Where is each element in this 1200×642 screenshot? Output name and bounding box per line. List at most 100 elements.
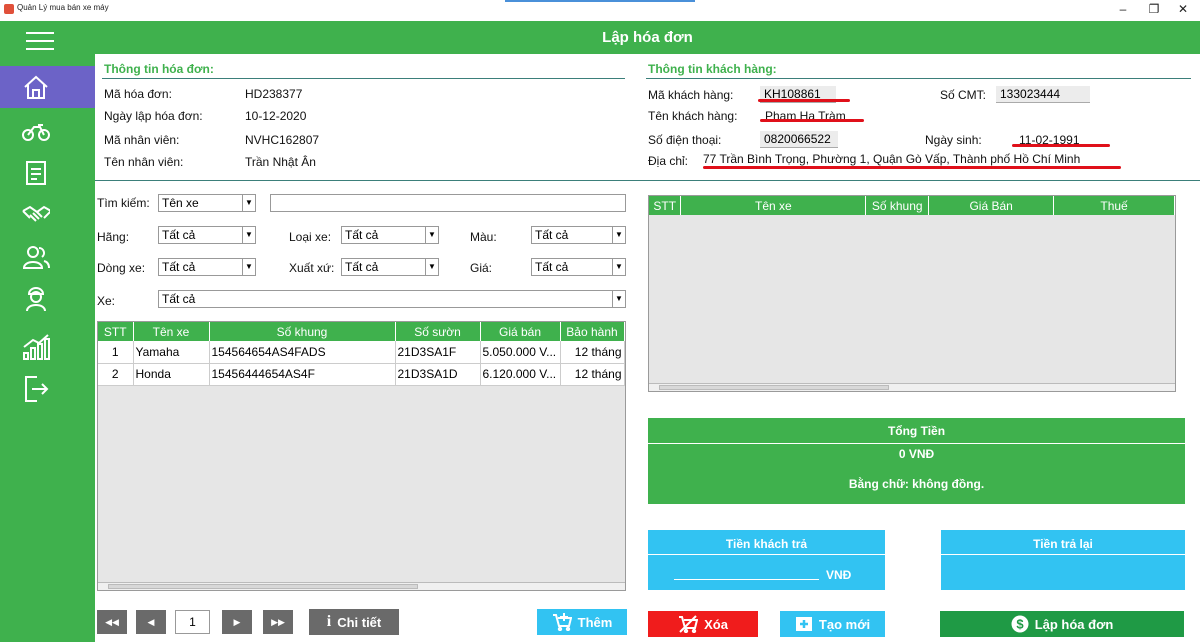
origin-select[interactable]: Tất cả ▼: [341, 258, 439, 276]
col-chassis-no[interactable]: Số sườn: [395, 322, 481, 341]
logout-icon[interactable]: [22, 375, 50, 403]
create-invoice-label: Lập hóa đơn: [1034, 616, 1114, 632]
chevron-down-icon: ▼: [242, 227, 255, 243]
chevron-down-icon: ▼: [242, 259, 255, 275]
price-value: Tất cả: [535, 260, 569, 274]
bike-value: Tất cả: [162, 292, 196, 306]
create-invoice-button[interactable]: $ Lập hóa đơn: [940, 611, 1184, 637]
col-price[interactable]: Giá Bán: [928, 196, 1055, 215]
employee-code-label: Mã nhân viên:: [104, 133, 180, 147]
cell-bike-name: Honda: [133, 363, 210, 386]
first-page-button[interactable]: ◀◀: [97, 610, 127, 634]
chevron-down-icon: ▼: [612, 291, 625, 307]
col-tax[interactable]: Thuế: [1053, 196, 1175, 215]
type-select[interactable]: Tất cả ▼: [341, 226, 439, 244]
customers-icon[interactable]: [22, 243, 50, 271]
invoice-code-value: HD238377: [245, 87, 303, 101]
prev-page-button[interactable]: ◀: [136, 610, 166, 634]
add-button[interactable]: Thêm: [537, 609, 627, 635]
change-title: Tiền trả lại: [1033, 537, 1093, 551]
motorbike-icon[interactable]: [22, 117, 50, 145]
page-number-input[interactable]: 1: [175, 610, 210, 634]
customer-name-label: Tên khách hàng:: [648, 109, 738, 123]
bike-table-scrollbar[interactable]: [98, 582, 625, 590]
col-frame-no[interactable]: Số khung: [209, 322, 396, 341]
cell-frame-no: 154564654AS4FADS: [209, 341, 396, 364]
cart-table-scrollbar[interactable]: [649, 383, 1175, 391]
table-row[interactable]: 2 Honda 15456444654AS4F 21D3SA1D 6.120.0…: [98, 363, 625, 386]
table-row[interactable]: 1 Yamaha 154564654AS4FADS 21D3SA1F 5.050…: [98, 341, 625, 364]
minimize-button[interactable]: –: [1108, 0, 1138, 20]
home-icon[interactable]: [22, 73, 50, 101]
brand-value: Tất cả: [162, 228, 196, 242]
cell-frame-no: 15456444654AS4F: [209, 363, 396, 386]
scrollbar-thumb[interactable]: [659, 385, 889, 390]
invoice-code-label: Mã hóa đơn:: [104, 87, 172, 101]
cell-warranty: 12 tháng: [560, 363, 625, 386]
title-bar: Quản Lý mua bán xe máy – ❐ ✕: [0, 0, 1200, 20]
bike-table[interactable]: STT Tên xe Số khung Số sườn Giá bán Bảo …: [97, 321, 626, 591]
col-price[interactable]: Giá bán: [480, 322, 561, 341]
chevron-down-icon: ▼: [425, 227, 438, 243]
price-select[interactable]: Tất cả ▼: [531, 258, 626, 276]
col-bike-name[interactable]: Tên xe: [133, 322, 210, 341]
window-title: Quản Lý mua bán xe máy: [17, 3, 109, 12]
detail-button[interactable]: i Chi tiết: [309, 609, 399, 635]
employee-name-value: Trần Nhật Ân: [245, 155, 316, 169]
cart-table[interactable]: STT Tên xe Số khung Giá Bán Thuế: [648, 195, 1176, 392]
last-page-button[interactable]: ▶▶: [263, 610, 293, 634]
color-value: Tất cả: [535, 228, 569, 242]
invoice-icon[interactable]: [22, 159, 50, 187]
col-bike-name[interactable]: Tên xe: [680, 196, 867, 215]
paid-input[interactable]: [674, 566, 819, 580]
dob-underline: [1012, 144, 1110, 147]
dob-label: Ngày sinh:: [925, 133, 982, 147]
cell-chassis-no: 21D3SA1F: [395, 341, 481, 364]
chevron-down-icon: ▼: [612, 259, 625, 275]
sidebar: [0, 21, 95, 642]
search-label: Tìm kiếm:: [97, 196, 150, 210]
section-divider: [95, 180, 1200, 181]
handshake-icon[interactable]: [22, 201, 50, 229]
svg-text:$: $: [1016, 617, 1024, 632]
paid-currency: VNĐ: [826, 568, 852, 582]
cell-stt: 1: [98, 341, 134, 364]
close-button[interactable]: ✕: [1168, 0, 1198, 20]
brand-select[interactable]: Tất cả ▼: [158, 226, 256, 244]
menu-icon[interactable]: [26, 27, 54, 55]
maximize-button[interactable]: ❐: [1139, 0, 1169, 20]
search-input[interactable]: [270, 194, 626, 212]
new-button[interactable]: Tạo mới: [780, 611, 885, 637]
total-amount: 0 VNĐ: [898, 447, 935, 461]
search-by-select[interactable]: Tên xe ▼: [158, 194, 256, 212]
detail-label: Chi tiết: [337, 614, 382, 630]
chevron-down-icon: ▼: [242, 195, 255, 211]
next-page-button[interactable]: ▶: [222, 610, 252, 634]
scrollbar-thumb[interactable]: [108, 584, 418, 589]
cell-bike-name: Yamaha: [133, 341, 210, 364]
employee-icon[interactable]: [22, 285, 50, 313]
plus-box-icon: [795, 617, 812, 631]
chevron-down-icon: ▼: [425, 259, 438, 275]
dollar-icon: $: [1011, 615, 1029, 633]
statistics-icon[interactable]: [22, 333, 50, 361]
remove-cart-icon: [679, 615, 699, 633]
bike-label: Xe:: [97, 294, 116, 308]
search-by-value: Tên xe: [162, 196, 199, 210]
origin-label: Xuất xứ:: [289, 261, 335, 275]
col-warranty[interactable]: Bảo hành: [560, 322, 625, 341]
total-panel: Tổng Tiền 0 VNĐ Bằng chữ: không đồng.: [648, 418, 1185, 504]
brand-label: Hãng:: [97, 230, 130, 244]
delete-button[interactable]: Xóa: [648, 611, 758, 637]
bike-select[interactable]: Tất cả ▼: [158, 290, 626, 308]
line-label: Dòng xe:: [97, 261, 146, 275]
total-in-words: Bằng chữ: không đồng.: [848, 477, 985, 491]
line-select[interactable]: Tất cả ▼: [158, 258, 256, 276]
col-stt[interactable]: STT: [649, 196, 682, 215]
col-stt[interactable]: STT: [98, 322, 134, 341]
col-frame-no[interactable]: Số khung: [865, 196, 930, 215]
color-select[interactable]: Tất cả ▼: [531, 226, 626, 244]
customer-name-underline: [760, 119, 864, 122]
cell-stt: 2: [98, 363, 134, 386]
phone-label: Số điện thoại:: [648, 133, 722, 147]
